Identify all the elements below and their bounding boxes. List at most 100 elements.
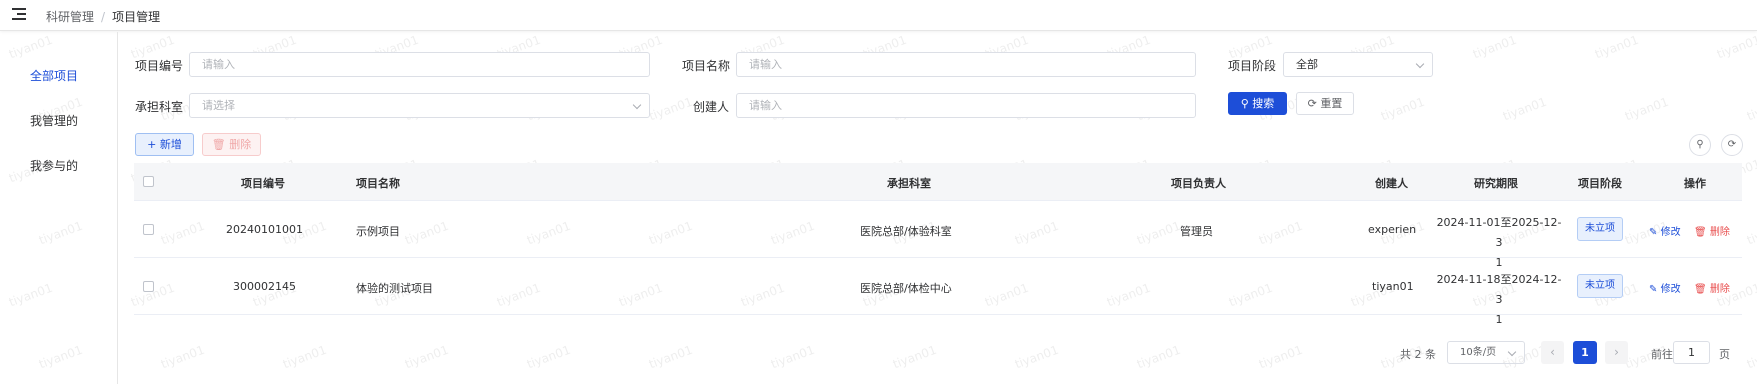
breadcrumb-item-research[interactable]: 科研管理 [46,10,94,24]
watermark-text: tiyan01 [1134,342,1183,372]
header-stage: 项目阶段 [1578,177,1622,190]
watermark-text: tiyan01 [1256,342,1305,372]
status-badge: 未立项 [1577,274,1623,298]
table-row: 300002145 体验的测试项目 医院总部/体检中心 tiyan01 2024… [134,258,1742,326]
trash-icon: 🗑 [1694,284,1707,295]
watermark-text: tiyan01 [1744,342,1757,372]
prev-page-button[interactable]: ‹ [1541,341,1564,364]
cell-period: 2024-11-18至2024-12-3 1 [1434,270,1564,330]
cell-project-no: 300002145 [233,280,296,293]
edit-icon: ✎ [1649,227,1658,238]
watermark-text: tiyan01 [1592,32,1641,62]
sidebar-item-all-projects[interactable]: 全部项目 [30,67,78,84]
header-department: 承担科室 [887,177,931,190]
cell-creator: experien [1368,223,1417,236]
creator-input[interactable]: 请输入 [736,93,1196,118]
breadcrumb-item-project: 项目管理 [112,10,161,24]
refresh-button[interactable]: ⟳ [1721,134,1743,156]
row-delete-button[interactable]: 🗑 删除 [1694,280,1730,295]
creator-label: 创建人 [693,100,730,114]
add-button[interactable]: + 新增 [135,133,194,156]
sidebar-item-participated[interactable]: 我参与的 [30,157,78,174]
search-button[interactable]: ⚲ 搜索 [1228,92,1287,115]
trash-icon: 🗑 [211,138,226,151]
table-header: 项目编号 项目名称 承担科室 项目负责人 创建人 研究期限 项目阶段 操作 [134,163,1742,201]
delete-label: 删除 [1709,284,1730,295]
breadcrumb: 科研管理 / 项目管理 [46,8,160,25]
watermark-text: tiyan01 [1744,94,1757,124]
header-leader: 项目负责人 [1171,177,1226,190]
edit-icon: ✎ [1649,284,1658,295]
header-period: 研究期限 [1474,177,1518,190]
department-label: 承担科室 [135,100,184,114]
project-no-input[interactable]: 请输入 [189,52,650,77]
search-icon: ⚲ [1240,97,1249,110]
delete-button[interactable]: 🗑 删除 [202,133,261,156]
delete-button-label: 删除 [229,138,252,151]
goto-suffix: 页 [1719,348,1730,361]
project-name-input[interactable]: 请输入 [736,52,1196,77]
next-page-button[interactable]: › [1605,341,1628,364]
watermark-text: tiyan01 [768,342,817,372]
header-creator: 创建人 [1375,177,1408,190]
project-name-label: 项目名称 [682,59,731,73]
watermark-text: tiyan01 [1622,94,1671,124]
project-stage-select[interactable]: 全部 [1283,52,1433,77]
select-all-checkbox[interactable] [143,176,154,187]
cell-project-name: 示例项目 [356,225,400,238]
breadcrumb-separator: / [101,10,106,24]
chevron-down-icon [1415,59,1425,69]
trash-icon: 🗑 [1694,227,1707,238]
menu-toggle-icon[interactable] [12,8,26,20]
reset-button[interactable]: ⟳ 重置 [1296,92,1354,115]
edit-label: 修改 [1660,284,1681,295]
status-badge: 未立项 [1577,217,1623,241]
page-size-value: 10条/页 [1460,347,1497,358]
goto-page-input[interactable]: 1 [1673,341,1710,364]
cell-project-no: 20240101001 [226,223,303,236]
watermark-text: tiyan01 [646,94,695,124]
header-project-name: 项目名称 [356,177,400,190]
row-delete-button[interactable]: 🗑 删除 [1694,223,1730,238]
chevron-down-icon [632,100,642,110]
watermark-text: tiyan01 [890,342,939,372]
page-number-current[interactable]: 1 [1573,341,1597,364]
watermark-text: tiyan01 [402,342,451,372]
plus-icon: + [147,138,157,151]
search-toggle-button[interactable]: ⚲ [1689,134,1711,156]
project-no-label: 项目编号 [135,59,184,73]
refresh-icon: ⟳ [1307,97,1317,110]
goto-prefix: 前往 [1651,348,1673,361]
watermark-text: tiyan01 [524,342,573,372]
sidebar-item-managed[interactable]: 我管理的 [30,112,78,129]
cell-department: 医院总部/体验科室 [860,225,952,238]
add-button-label: 新增 [159,138,182,151]
watermark-text: tiyan01 [1470,32,1519,62]
row-checkbox[interactable] [143,281,154,292]
watermark-text: tiyan01 [1012,342,1061,372]
chevron-right-icon: › [1614,345,1619,359]
watermark-text: tiyan01 [1378,94,1427,124]
delete-label: 删除 [1709,227,1730,238]
edit-button[interactable]: ✎ 修改 [1649,223,1681,238]
chevron-left-icon: ‹ [1550,345,1555,359]
refresh-icon: ⟳ [1727,139,1737,150]
page-size-select[interactable]: 10条/页 [1447,341,1525,364]
department-select[interactable]: 请选择 [189,93,650,118]
cell-period-line1: 2024-11-01至2025-12-3 [1436,216,1562,249]
cell-period-line1: 2024-11-18至2024-12-3 [1436,273,1562,306]
cell-department: 医院总部/体检中心 [860,282,952,295]
project-stage-label: 项目阶段 [1228,59,1277,73]
project-stage-value: 全部 [1296,58,1318,71]
table-row: 20240101001 示例项目 医院总部/体验科室 管理员 experien … [134,201,1742,269]
department-placeholder: 请选择 [202,99,235,112]
reset-button-label: 重置 [1320,97,1343,110]
header-project-no: 项目编号 [241,177,285,190]
top-bar: 科研管理 / 项目管理 [0,0,1757,31]
sidebar: 全部项目 我管理的 我参与的 [0,32,118,384]
watermark-text: tiyan01 [646,342,695,372]
row-checkbox[interactable] [143,224,154,235]
search-button-label: 搜索 [1252,97,1275,110]
edit-button[interactable]: ✎ 修改 [1649,280,1681,295]
chevron-down-icon [1507,347,1517,357]
